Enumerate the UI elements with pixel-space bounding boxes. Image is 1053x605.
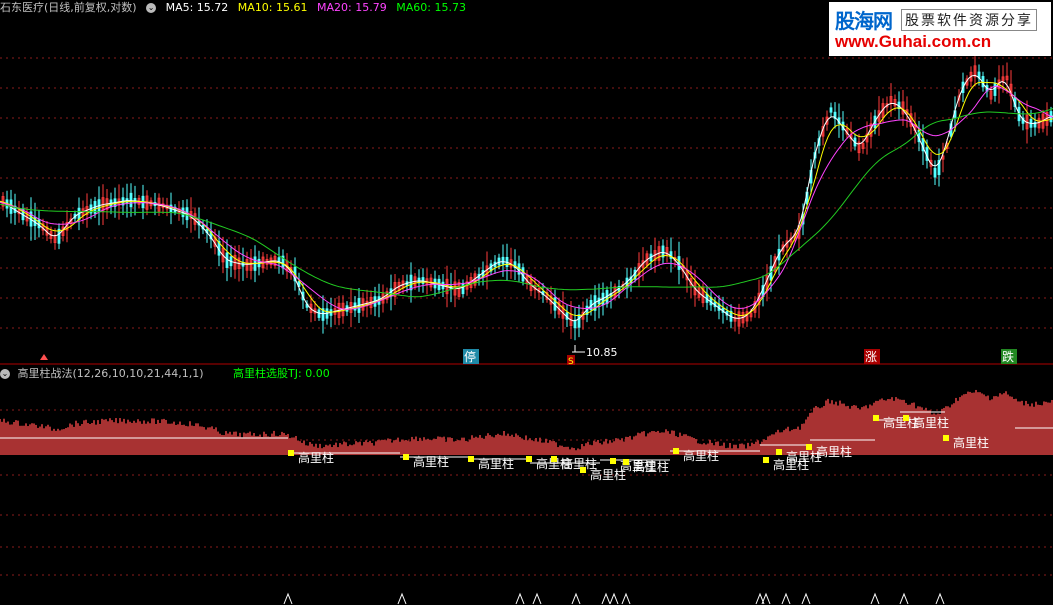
ma10-value: MA10: 15.61 xyxy=(237,1,308,14)
signal-arrow-icon xyxy=(870,592,880,605)
pillar-marker xyxy=(673,448,679,454)
candle-body xyxy=(461,282,465,295)
signal-arrow-icon xyxy=(899,592,909,605)
indicator-title: 高里柱战法(12,26,10,10,21,44,1,1) xyxy=(17,367,204,380)
signal-arrow-icon xyxy=(283,592,293,605)
watermark-logo: 股海网 股票软件资源分享 www.Guhai.com.cn xyxy=(829,2,1051,56)
stock-title: 石东医疗(日线,前复权,对数) xyxy=(0,1,137,14)
ma5-value: MA5: 15.72 xyxy=(165,1,229,14)
candle-body xyxy=(677,256,681,270)
ma20-value: MA20: 15.79 xyxy=(317,1,387,14)
signal-arrow-icon xyxy=(801,592,811,605)
indicator-select-value: 高里柱选股TJ: 0.00 xyxy=(233,367,330,380)
pillar-label: 高里柱 xyxy=(913,415,949,430)
signal-arrow-icon xyxy=(571,592,581,605)
main-chart[interactable]: 停 10.85S 涨跌高里柱 高里柱 高里柱 高里柱高里柱高里柱高里柱高里柱高里柱高里柱高… xyxy=(0,0,1053,605)
indicator-header: ⌄ 高里柱战法(12,26,10,10,21,44,1,1) 高里柱选股TJ: … xyxy=(0,366,330,382)
stop-marker-label: 停 xyxy=(464,349,476,364)
pillar-marker xyxy=(776,449,782,455)
candle-body xyxy=(577,314,581,328)
pillar-marker xyxy=(806,444,812,450)
collapse-icon[interactable]: ⌄ xyxy=(146,3,157,13)
pillar-label: 高里柱 xyxy=(633,459,669,474)
buy-arrow-icon xyxy=(40,354,48,360)
pillar-label: 高里柱 xyxy=(683,448,719,463)
pillar-marker xyxy=(526,456,532,462)
candle-body xyxy=(501,256,505,265)
signal-arrow-icon xyxy=(621,592,631,605)
signal-arrow-icon xyxy=(781,592,791,605)
ma60-value: MA60: 15.73 xyxy=(396,1,466,14)
s-marker-label: S xyxy=(568,357,574,367)
signal-arrow-icon xyxy=(935,592,945,605)
candle-body xyxy=(933,167,937,178)
pillar-marker xyxy=(288,450,294,456)
pillar-marker xyxy=(903,415,909,421)
pillar-label: 高里柱 xyxy=(298,450,334,465)
watermark-slogan: 股票软件资源分享 xyxy=(901,9,1037,31)
signal-arrow-icon xyxy=(601,592,611,605)
candle-body xyxy=(573,319,577,329)
watermark-name: 股海网 xyxy=(835,9,893,33)
price-chart-header: 石东医疗(日线,前复权,对数) ⌄ MA5: 15.72 MA10: 15.61… xyxy=(0,0,472,16)
pillar-marker xyxy=(403,454,409,460)
pillar-marker xyxy=(943,435,949,441)
signal-arrow-icon xyxy=(609,592,619,605)
pillar-marker xyxy=(623,459,629,465)
candle-body xyxy=(829,107,833,113)
pillar-marker xyxy=(580,467,586,473)
candle-body xyxy=(993,83,997,96)
down-marker-label: 跌 xyxy=(1002,349,1014,364)
signal-arrow-icon xyxy=(515,592,525,605)
pillar-marker xyxy=(873,415,879,421)
pillar-marker xyxy=(610,458,616,464)
pillar-marker xyxy=(468,456,474,462)
pillar-marker xyxy=(763,457,769,463)
pillar-label: 高里柱 xyxy=(816,444,852,459)
pillar-label: 高里柱 xyxy=(953,435,989,450)
signal-arrow-icon xyxy=(397,592,407,605)
signal-arrow-icon xyxy=(532,592,542,605)
low-price-label: 10.85 xyxy=(586,346,618,359)
pillar-marker xyxy=(551,456,557,462)
watermark-url: www.Guhai.com.cn xyxy=(835,32,992,51)
pillar-label: 高里柱 xyxy=(478,456,514,471)
pillar-label: 高里柱 xyxy=(413,454,449,469)
collapse-icon[interactable]: ⌄ xyxy=(0,369,10,379)
candle-body xyxy=(129,192,133,208)
up-marker-label: 涨 xyxy=(865,349,877,364)
candle-body xyxy=(497,257,501,266)
